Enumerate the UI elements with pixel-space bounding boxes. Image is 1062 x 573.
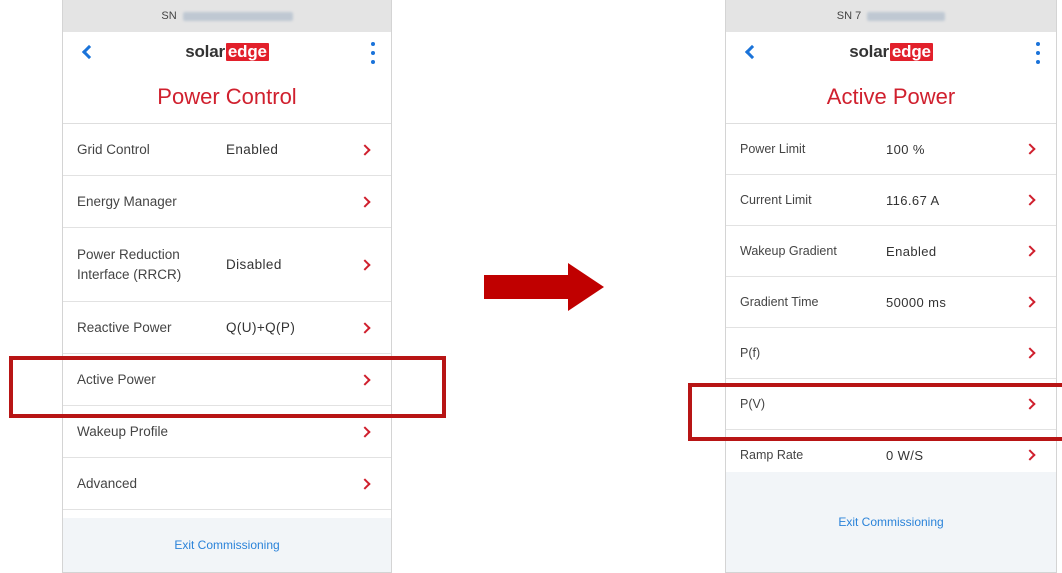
energy-manager-row[interactable]: Energy Manager [63, 176, 391, 228]
current-limit-row[interactable]: Current Limit 116.67 A [726, 175, 1056, 226]
chevron-right-icon [1024, 449, 1036, 461]
chevron-right-icon [359, 321, 371, 334]
wakeup-profile-row[interactable]: Wakeup Profile [63, 406, 391, 458]
serial-number-label: SN [161, 10, 177, 22]
row-value: Enabled [226, 142, 279, 157]
chevron-right-icon [1024, 194, 1036, 206]
more-menu-button[interactable] [369, 42, 377, 64]
kebab-menu-icon [1036, 42, 1040, 46]
serial-number-redacted [182, 11, 293, 21]
wakeup-gradient-row[interactable]: Wakeup Gradient Enabled [726, 226, 1056, 277]
more-menu-button[interactable] [1034, 42, 1042, 64]
serial-number-bar: SN 7 [726, 0, 1056, 32]
page-title: Power Control [63, 72, 391, 124]
right-arrow-icon [484, 263, 604, 311]
chevron-right-icon [1024, 398, 1036, 410]
grid-control-row[interactable]: Grid Control Enabled [63, 124, 391, 176]
chevron-right-icon [1024, 347, 1036, 359]
row-value: 0 W/S [886, 447, 924, 463]
pf-row[interactable]: P(f) [726, 328, 1056, 379]
row-label: Advanced [77, 475, 138, 491]
row-label: Current Limit [740, 193, 812, 207]
row-label: Reactive Power [77, 319, 172, 335]
row-value: Q(U)+Q(P) [226, 320, 296, 335]
row-label: Ramp Rate [740, 448, 804, 462]
back-button[interactable] [77, 41, 97, 63]
active-power-screen: SN 7 solar edge Active Power Power Limit … [725, 0, 1057, 573]
serial-number-redacted [867, 11, 946, 21]
advanced-row[interactable]: Advanced [63, 458, 391, 510]
solaredge-logo: solar edge [849, 42, 933, 61]
footer: Exit Commissioning [726, 472, 1056, 572]
row-value: 116.67 A [886, 192, 940, 208]
footer: Exit Commissioning [63, 518, 391, 572]
pv-row[interactable]: P(V) [726, 379, 1056, 430]
app-header: solar edge [726, 32, 1056, 72]
power-reduction-interface-row[interactable]: Power Reduction Interface (RRCR) Disable… [63, 228, 391, 302]
chevron-right-icon [1024, 245, 1036, 257]
chevron-left-icon [744, 44, 760, 60]
back-button[interactable] [740, 41, 760, 63]
row-label: Wakeup Gradient [740, 244, 837, 258]
active-power-row[interactable]: Active Power [63, 354, 391, 406]
row-label: Active Power [77, 371, 156, 387]
exit-commissioning-link[interactable]: Exit Commissioning [174, 538, 279, 552]
page-title: Active Power [726, 72, 1056, 124]
chevron-left-icon [81, 44, 97, 60]
chevron-right-icon [359, 143, 371, 156]
row-label: Grid Control [77, 141, 150, 157]
row-value: 100 % [886, 141, 925, 157]
serial-number-label: SN 7 [836, 10, 862, 22]
chevron-right-icon [359, 258, 371, 271]
app-header: solar edge [63, 32, 391, 72]
serial-number-bar: SN [63, 0, 391, 32]
row-value: 50000 ms [886, 294, 947, 310]
power-limit-row[interactable]: Power Limit 100 % [726, 124, 1056, 175]
chevron-right-icon [359, 195, 371, 208]
exit-commissioning-link[interactable]: Exit Commissioning [838, 515, 943, 529]
row-label: Energy Manager [77, 193, 177, 209]
row-label: Gradient Time [740, 295, 819, 309]
row-label: P(V) [740, 397, 765, 411]
power-control-screen: SN solar edge Power Control Grid Control … [62, 0, 392, 573]
chevron-right-icon [1024, 143, 1036, 155]
chevron-right-icon [359, 425, 371, 438]
kebab-menu-icon [371, 42, 375, 46]
row-label: Wakeup Profile [77, 423, 169, 439]
reactive-power-row[interactable]: Reactive Power Q(U)+Q(P) [63, 302, 391, 354]
gradient-time-row[interactable]: Gradient Time 50000 ms [726, 277, 1056, 328]
solaredge-logo: solar edge [185, 42, 269, 61]
chevron-right-icon [359, 373, 371, 386]
chevron-right-icon [359, 477, 371, 490]
row-label: Power Limit [740, 142, 806, 156]
row-value: Enabled [886, 243, 937, 259]
chevron-right-icon [1024, 296, 1036, 308]
row-value: Disabled [226, 257, 282, 272]
row-label: Power Reduction Interface (RRCR) [77, 246, 182, 282]
row-label: P(f) [740, 346, 761, 360]
